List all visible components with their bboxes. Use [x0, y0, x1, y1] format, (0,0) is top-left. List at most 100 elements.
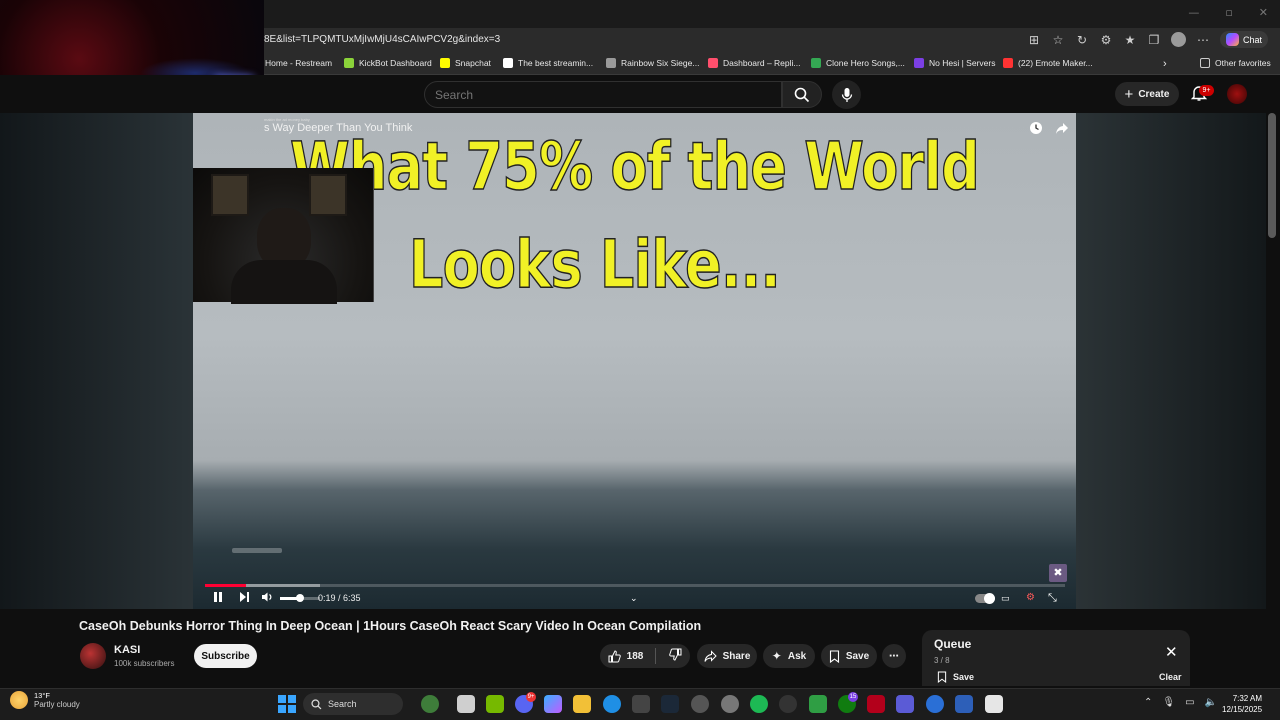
copilot-chat-button[interactable]: Chat — [1219, 31, 1268, 48]
bookmark-item[interactable]: Clone Hero Songs,... — [811, 58, 905, 68]
stripes-app-icon[interactable] — [867, 695, 885, 713]
window-app-icon[interactable] — [985, 695, 1003, 713]
chevron-down-icon[interactable]: ⌄ — [630, 591, 638, 605]
page-scrollbar[interactable] — [1268, 113, 1276, 238]
ask-button[interactable]: ✦ Ask — [763, 644, 815, 668]
bookmark-favicon-icon — [440, 58, 450, 68]
more-dots-icon: ⋯ — [889, 650, 899, 662]
bookmark-label: Dashboard – Repli... — [723, 58, 801, 68]
queue-save-label: Save — [953, 672, 975, 682]
more-actions-button[interactable]: ⋯ — [882, 644, 906, 668]
edge-icon[interactable] — [603, 695, 621, 713]
browser-app-icon[interactable] — [955, 695, 973, 713]
settings-app-icon[interactable] — [721, 695, 739, 713]
next-button[interactable] — [239, 591, 250, 607]
close-icon[interactable]: ✕ — [1165, 643, 1178, 661]
app-icon-plant[interactable] — [421, 695, 439, 713]
captions-icon[interactable]: ▭ — [1001, 591, 1010, 605]
maximize-icon[interactable]: ▫ — [1225, 6, 1232, 19]
steam-icon[interactable] — [661, 695, 679, 713]
create-button[interactable]: + Create — [1115, 82, 1179, 106]
windows-logo-q4 — [288, 705, 296, 713]
volume-knob[interactable] — [296, 594, 304, 602]
channel-name[interactable]: KASI — [114, 644, 140, 656]
minimize-icon[interactable]: — — [1188, 6, 1199, 19]
other-favorites-label: Other favorites — [1215, 58, 1271, 68]
mute-button[interactable] — [261, 591, 273, 607]
spotify-icon[interactable] — [750, 695, 768, 713]
settings-icon[interactable]: ⚙ — [1026, 591, 1035, 605]
extensions-icon[interactable]: ⚙ — [1099, 33, 1113, 47]
bookmark-favicon-icon — [708, 58, 718, 68]
bookmark-item[interactable]: (22) Emote Maker... — [1003, 58, 1093, 68]
queue-clear-button[interactable]: Clear — [1159, 672, 1182, 682]
notes-app-icon[interactable] — [896, 695, 914, 713]
dislike-button[interactable] — [663, 648, 682, 664]
watch-later-icon[interactable] — [1029, 121, 1043, 135]
taskbar-search[interactable]: Search — [303, 693, 403, 715]
chevron-up-icon[interactable]: ⌃ — [1144, 697, 1152, 708]
like-button[interactable]: 188 — [608, 649, 658, 663]
taskbar-clock[interactable]: 7:32 AM 12/15/2025 — [1222, 693, 1262, 715]
exit-fullscreen-icon[interactable]: ⤡ — [1048, 591, 1057, 605]
other-favorites[interactable]: Other favorites — [1200, 58, 1271, 68]
bookmark-item[interactable]: Dashboard – Repli... — [708, 58, 801, 68]
b-app-icon[interactable] — [809, 695, 827, 713]
microphone-tray-icon[interactable]: 🎙 — [1162, 697, 1175, 708]
bookmark-item[interactable]: No Hesi | Servers — [914, 58, 995, 68]
next-icon — [240, 592, 249, 602]
voice-search-button[interactable] — [832, 80, 861, 109]
facecam-overlay — [193, 168, 374, 304]
favorites-icon[interactable]: ★ — [1123, 33, 1137, 47]
bookmark-item[interactable]: Snapchat — [440, 58, 491, 68]
chrome-icon[interactable] — [691, 695, 709, 713]
progress-played — [205, 584, 246, 587]
file-explorer-icon[interactable] — [573, 695, 591, 713]
bookmark-icon — [937, 671, 947, 683]
save-button[interactable]: Save — [821, 644, 877, 668]
4k-app-icon[interactable] — [779, 695, 797, 713]
close-window-icon[interactable]: ✕ — [1259, 6, 1268, 19]
volume-icon — [262, 592, 272, 602]
speaker-icon[interactable]: 🔈 — [1205, 697, 1217, 708]
weather-temperature: 13°F — [34, 691, 50, 700]
windows-logo-q1 — [278, 695, 286, 703]
bookmarks-overflow-icon[interactable]: › — [1163, 58, 1167, 70]
queue-save-button[interactable]: Save — [937, 671, 974, 683]
start-button[interactable] — [278, 695, 296, 713]
url-field[interactable]: 8E&list=TLPQMTUxMjIwMjU4sCAIwPCV2g&index… — [264, 34, 500, 45]
refresh-icon[interactable]: ↻ — [1075, 33, 1089, 47]
task-view-icon[interactable] — [457, 695, 475, 713]
display-icon[interactable]: ▭ — [1185, 697, 1194, 708]
bookmark-item[interactable]: KickBot Dashboard — [344, 58, 432, 68]
bookmark-favicon-icon — [344, 58, 354, 68]
pause-button[interactable] — [213, 591, 223, 607]
search-input[interactable] — [425, 82, 781, 107]
favorite-star-icon[interactable]: ☆ — [1051, 33, 1065, 47]
channel-watermark-icon[interactable]: ✖ — [1049, 564, 1067, 582]
ambient-right — [1076, 113, 1266, 609]
split-screen-icon[interactable]: ⊞ — [1027, 33, 1041, 47]
bookmark-item[interactable]: Rainbow Six Siege... — [606, 58, 699, 68]
progress-bar[interactable] — [205, 584, 1065, 587]
share-arrow-icon[interactable] — [1055, 121, 1069, 135]
weather-widget[interactable]: 13°F Partly cloudy — [10, 691, 80, 709]
nvidia-icon[interactable] — [486, 695, 504, 713]
collections-icon[interactable]: ❐ — [1147, 33, 1161, 47]
profile-avatar[interactable] — [1170, 32, 1186, 47]
share-button[interactable]: Share — [697, 644, 757, 668]
remote-app-icon[interactable] — [926, 695, 944, 713]
store-icon[interactable] — [632, 695, 650, 713]
account-avatar[interactable] — [1227, 84, 1247, 104]
search-box — [424, 81, 782, 108]
subscribe-button[interactable]: Subscribe — [194, 644, 257, 668]
search-button[interactable] — [782, 81, 822, 108]
bookmark-item[interactable]: The best streamin... — [503, 58, 593, 68]
queue-count: 3 / 8 — [934, 656, 950, 665]
channel-avatar[interactable] — [80, 643, 106, 669]
like-dislike-group: 188 — [600, 644, 690, 668]
copilot-app-icon[interactable] — [544, 695, 562, 713]
save-label: Save — [845, 650, 870, 662]
bookmark-label: The best streamin... — [518, 58, 594, 68]
more-menu-icon[interactable]: ⋯ — [1196, 33, 1210, 47]
